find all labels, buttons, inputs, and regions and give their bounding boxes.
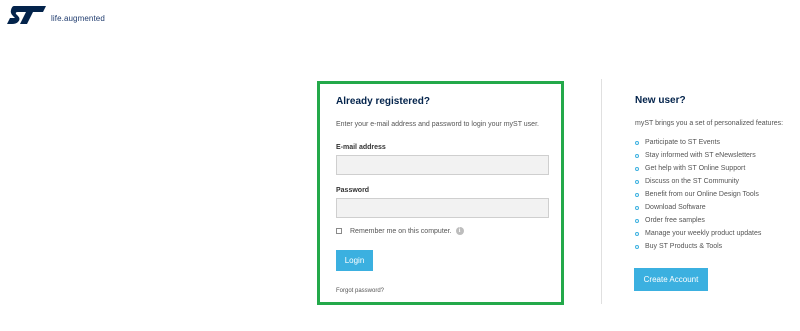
feature-label: Manage your weekly product updates <box>645 230 762 237</box>
feature-label: Discuss on the ST Community <box>645 178 740 185</box>
feature-label: Stay informed with ST eNewsletters <box>645 152 756 159</box>
feature-label: Participate to ST Events <box>645 139 720 146</box>
feature-label: Benefit from our Online Design Tools <box>645 191 759 198</box>
logo-tagline: life.augmented <box>51 14 105 23</box>
feature-label: Get help with ST Online Support <box>645 165 746 172</box>
st-logo[interactable]: life.augmented <box>6 5 105 25</box>
create-account-button[interactable]: Create Account <box>634 268 708 291</box>
list-item: Order free samples <box>635 214 761 227</box>
login-button[interactable]: Login <box>336 250 373 271</box>
bullet-icon <box>635 192 639 197</box>
list-item: Benefit from our Online Design Tools <box>635 188 761 201</box>
st-logo-icon <box>7 6 46 24</box>
list-item: Discuss on the ST Community <box>635 175 761 188</box>
bullet-icon <box>635 153 639 158</box>
list-item: Manage your weekly product updates <box>635 227 761 240</box>
list-item: Buy ST Products & Tools <box>635 240 761 253</box>
bullet-icon <box>635 231 639 236</box>
list-item: Get help with ST Online Support <box>635 162 761 175</box>
remember-me-label: Remember me on this computer. <box>350 227 452 235</box>
list-item: Stay informed with ST eNewsletters <box>635 149 761 162</box>
feature-list: Participate to ST Events Stay informed w… <box>635 136 761 253</box>
remember-me-checkbox[interactable] <box>336 228 342 234</box>
column-divider <box>601 79 602 304</box>
new-user-title: New user? <box>635 95 686 106</box>
info-icon[interactable]: i <box>455 227 464 235</box>
feature-label: Buy ST Products & Tools <box>645 243 723 250</box>
email-field[interactable] <box>336 155 549 175</box>
email-label: E-mail address <box>336 144 386 151</box>
bullet-icon <box>635 244 639 249</box>
bullet-icon <box>635 218 639 223</box>
feature-label: Order free samples <box>645 217 705 224</box>
password-label: Password <box>336 187 370 194</box>
bullet-icon <box>635 205 639 210</box>
new-user-intro-text: myST brings you a set of personalized fe… <box>635 120 784 127</box>
list-item: Participate to ST Events <box>635 136 761 149</box>
login-panel: Already registered? Enter your e-mail ad… <box>317 81 564 305</box>
list-item: Download Software <box>635 201 761 214</box>
feature-label: Download Software <box>645 204 706 211</box>
login-title: Already registered? <box>336 96 430 107</box>
bullet-icon <box>635 166 639 171</box>
forgot-password-link[interactable]: Forgot password? <box>336 288 384 294</box>
remember-me-row: Remember me on this computer. i <box>336 227 464 235</box>
password-field[interactable] <box>336 198 549 218</box>
bullet-icon <box>635 140 639 145</box>
login-intro-text: Enter your e-mail address and password t… <box>336 121 539 128</box>
bullet-icon <box>635 179 639 184</box>
